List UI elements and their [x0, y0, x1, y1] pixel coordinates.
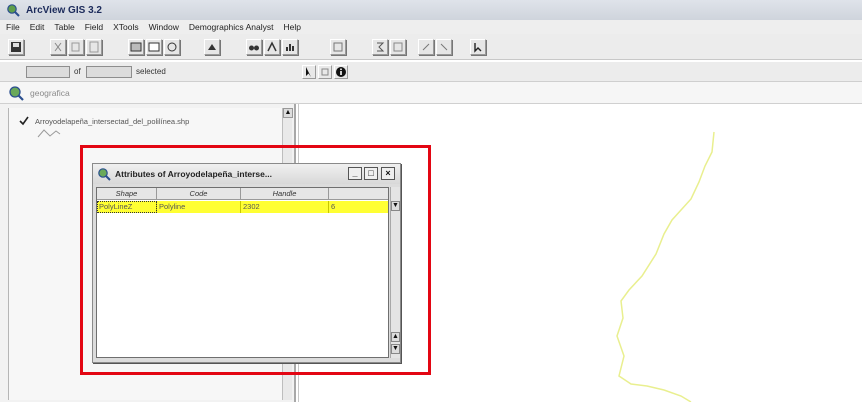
menu-field[interactable]: Field	[85, 22, 103, 32]
identify-tool[interactable]	[334, 65, 348, 79]
menu-file[interactable]: File	[6, 22, 20, 32]
app-titlebar: ArcView GIS 3.2	[0, 0, 862, 20]
scroll-up-arrow[interactable]: ▲	[283, 108, 293, 118]
select-all-button[interactable]	[128, 39, 144, 55]
switch-selection-button[interactable]	[164, 39, 180, 55]
maximize-button[interactable]: □	[364, 167, 378, 180]
theme-label: Arroyodelapeña_intersectad_del_polilínea…	[35, 116, 190, 126]
view-titlebar: geografica	[0, 82, 862, 104]
chart-button[interactable]	[282, 39, 298, 55]
paste-icon	[89, 41, 99, 53]
menu-demographics-analyst[interactable]: Demographics Analyst	[189, 22, 274, 32]
button-bar	[0, 34, 862, 60]
selected-count-field	[26, 66, 70, 78]
promote-icon	[333, 42, 343, 52]
select-none-button[interactable]	[146, 39, 162, 55]
scroll-down-arrow[interactable]: ▼	[391, 344, 400, 354]
sort-icon	[393, 42, 403, 52]
attributes-window-title: Attributes of Arroyodelapeña_interse...	[115, 169, 272, 179]
column-header-handle[interactable]: Handle	[241, 188, 329, 200]
switch-selection-icon	[167, 42, 177, 52]
view-globe-icon	[9, 85, 24, 101]
scroll-up-arrow[interactable]: ▲	[391, 332, 400, 342]
sort-ascending-button[interactable]	[418, 39, 434, 55]
sigma-icon	[377, 42, 385, 52]
total-count-field	[86, 66, 132, 78]
globe-magnifier-icon	[7, 4, 20, 17]
app-title: ArcView GIS 3.2	[26, 4, 102, 16]
info-icon	[336, 67, 346, 77]
column-header-code[interactable]: Code	[157, 188, 241, 200]
select-tool[interactable]	[318, 65, 332, 79]
query-icon	[267, 41, 277, 52]
table-row[interactable]: PolyLineZ Polyline 2302 6	[97, 201, 388, 213]
chart-icon	[286, 44, 294, 51]
selected-label: selected	[136, 67, 166, 76]
cut-icon	[54, 42, 62, 52]
column-header-shape[interactable]: Shape	[97, 188, 157, 200]
copy-icon	[71, 42, 80, 52]
tool-bar: of selected	[0, 62, 862, 82]
save-button[interactable]	[8, 39, 24, 55]
sort-descending-button[interactable]	[436, 39, 452, 55]
attributes-window-titlebar[interactable]: Attributes of Arroyodelapeña_interse... …	[93, 164, 400, 184]
pointer-tool[interactable]	[302, 65, 316, 79]
menu-xtools[interactable]: XTools	[113, 22, 139, 32]
select-box-icon	[321, 68, 329, 76]
line-legend-icon	[37, 129, 61, 138]
select-none-icon	[148, 42, 160, 52]
summarize-icon	[208, 44, 216, 50]
cell-handle[interactable]: 2302	[241, 201, 329, 213]
table-globe-icon	[98, 168, 111, 181]
menu-window[interactable]: Window	[149, 22, 179, 32]
save-icon	[11, 42, 21, 52]
attribute-table[interactable]: Shape Code Handle PolyLineZ Polyline 230…	[96, 187, 389, 358]
checkmark-icon[interactable]	[19, 116, 29, 126]
sum-button[interactable]	[372, 39, 388, 55]
select-all-icon	[130, 42, 142, 52]
find-button[interactable]	[246, 39, 262, 55]
cell-extra[interactable]: 6	[329, 201, 388, 213]
promote-button[interactable]	[330, 39, 346, 55]
help-pointer-icon	[474, 43, 482, 53]
column-header-extra[interactable]	[329, 188, 388, 200]
theme-entry[interactable]: Arroyodelapeña_intersectad_del_polilínea…	[19, 116, 189, 126]
sort-ascending-icon	[422, 43, 430, 51]
cut-button[interactable]	[50, 39, 66, 55]
minimize-button[interactable]: _	[348, 167, 362, 180]
query-button[interactable]	[264, 39, 280, 55]
of-label: of	[74, 67, 81, 76]
scroll-down-arrow-top[interactable]: ▼	[391, 201, 400, 211]
pointer-icon	[306, 67, 311, 77]
attributes-window[interactable]: Attributes of Arroyodelapeña_interse... …	[92, 163, 401, 363]
copy-button[interactable]	[68, 39, 84, 55]
cell-shape[interactable]: PolyLineZ	[97, 201, 157, 213]
cell-code[interactable]: Polyline	[157, 201, 241, 213]
help-button[interactable]	[470, 39, 486, 55]
menu-table[interactable]: Table	[54, 22, 74, 32]
close-button[interactable]: ×	[381, 167, 395, 180]
menu-help[interactable]: Help	[283, 22, 300, 32]
sort-descending-icon	[440, 43, 448, 51]
sort-button[interactable]	[390, 39, 406, 55]
binoculars-icon	[249, 45, 259, 51]
vertical-scrollbar[interactable]: ▼ ▲ ▼	[390, 187, 400, 358]
view-title: geografica	[30, 87, 70, 98]
summarize-button[interactable]	[204, 39, 220, 55]
menu-bar: File Edit Table Field XTools Window Demo…	[0, 20, 862, 34]
menu-edit[interactable]: Edit	[30, 22, 45, 32]
paste-button[interactable]	[86, 39, 102, 55]
